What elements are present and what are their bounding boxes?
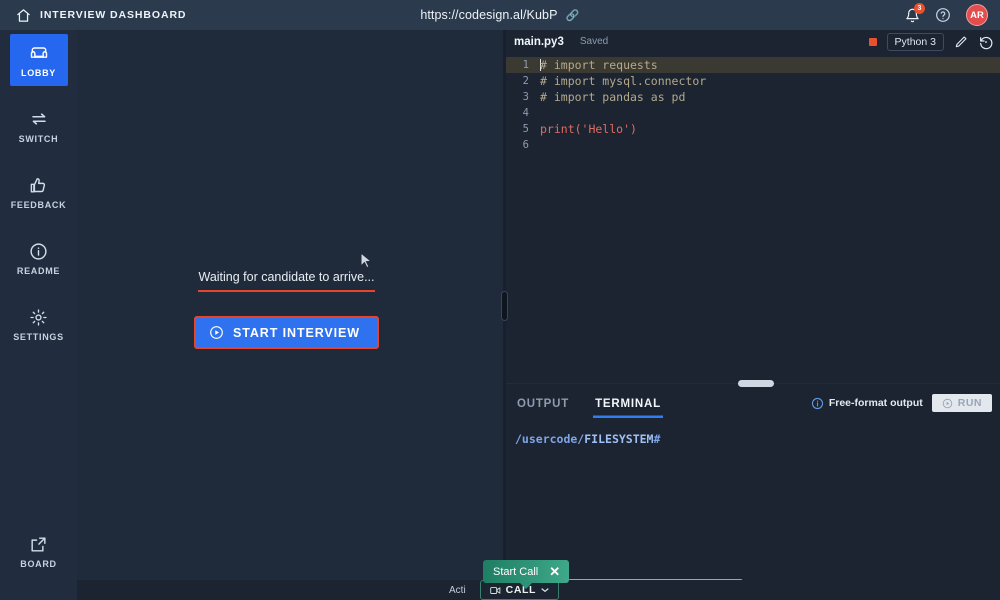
language-selector[interactable]: Python 3 <box>886 32 944 51</box>
sidebar: LOBBY SWITCH FEEDBACK README SETTINGS BO… <box>0 30 77 600</box>
bottom-call-bar: Acti CALL <box>77 580 1000 600</box>
code-line: 2 # import mysql.connector <box>506 73 1000 89</box>
terminal-body[interactable]: /usercode/FILESYSTEM# <box>506 422 1000 448</box>
bell-icon[interactable]: 3 <box>905 2 925 23</box>
tooltip-text: Start Call <box>493 565 539 578</box>
record-stop-icon[interactable] <box>868 37 877 46</box>
switch-arrows-icon <box>29 109 49 129</box>
session-url-text: https://codesign.al/KubP <box>420 8 558 22</box>
sidebar-item-label: README <box>16 266 61 276</box>
editor-save-status: Saved <box>579 36 609 47</box>
sidebar-item-settings[interactable]: SETTINGS <box>10 298 68 350</box>
line-number: 6 <box>522 139 529 151</box>
activity-label: Acti <box>449 584 466 596</box>
code-line-text: # import requests <box>540 58 658 72</box>
editor-filename[interactable]: main.py3 <box>514 36 564 48</box>
terminal-resize-grip[interactable] <box>738 380 774 387</box>
run-button-label: RUN <box>957 397 982 409</box>
mouse-pointer-icon <box>360 252 373 270</box>
code-line: 3 # import pandas as pd <box>506 89 1000 105</box>
code-area[interactable]: 1 # import requests 2 # import mysql.con… <box>506 53 1000 153</box>
play-circle-icon <box>942 398 953 409</box>
code-line: 4 <box>506 105 1000 121</box>
session-url: https://codesign.al/KubP 🔗 <box>0 8 1000 22</box>
sidebar-item-label: SETTINGS <box>13 332 64 342</box>
terminal-panel: OUTPUT TERMINAL Free-format output RUN /… <box>506 380 1000 584</box>
code-line-text: # import pandas as pd <box>540 90 686 104</box>
sidebar-item-label: SWITCH <box>18 134 59 144</box>
terminal-prompt-host: FILESYSTEM <box>584 432 654 446</box>
line-number: 3 <box>522 91 529 103</box>
help-circle-icon[interactable] <box>935 7 951 23</box>
terminal-tab-bar: OUTPUT TERMINAL Free-format output RUN <box>506 384 1000 422</box>
panel-resize-handle[interactable] <box>501 291 508 321</box>
play-circle-icon <box>209 325 224 340</box>
lobby-stage: Waiting for candidate to arrive... START… <box>77 30 505 600</box>
run-button[interactable]: RUN <box>931 394 992 412</box>
start-interview-label: START INTERVIEW <box>233 325 360 340</box>
gear-icon <box>29 307 48 327</box>
start-call-tooltip: Start Call ✕ <box>483 560 570 589</box>
sidebar-item-board[interactable]: BOARD <box>10 525 68 577</box>
line-number: 1 <box>522 59 529 71</box>
sidebar-item-label: FEEDBACK <box>10 200 67 210</box>
sidebar-item-switch[interactable]: SWITCH <box>10 100 68 152</box>
free-format-output-label: Free-format output <box>828 397 923 409</box>
avatar[interactable]: AR <box>966 4 988 26</box>
terminal-prompt-path: /usercode/ <box>515 432 585 446</box>
info-circle-icon <box>29 241 48 261</box>
sidebar-item-label: BOARD <box>20 559 57 569</box>
terminal-prompt-symbol: # <box>653 432 661 446</box>
external-link-icon <box>29 534 48 554</box>
top-bar: INTERVIEW DASHBOARD https://codesign.al/… <box>0 0 1000 30</box>
code-line: 5 print('Hello') <box>506 121 1000 137</box>
thumbs-up-icon <box>29 175 48 195</box>
line-number: 5 <box>522 123 529 135</box>
tab-terminal[interactable]: TERMINAL <box>593 389 663 418</box>
sidebar-item-label: LOBBY <box>21 68 56 78</box>
sofa-icon <box>29 43 49 63</box>
sidebar-item-readme[interactable]: README <box>10 232 68 284</box>
free-format-output-toggle[interactable]: Free-format output <box>811 397 923 410</box>
line-number: 4 <box>522 107 529 119</box>
editor-tab-bar: main.py3 Saved Python 3 <box>506 28 1000 53</box>
sidebar-item-lobby[interactable]: LOBBY <box>9 34 68 86</box>
code-line-text: # import mysql.connector <box>540 74 707 88</box>
notification-badge: 3 <box>914 2 925 14</box>
tab-output[interactable]: OUTPUT <box>515 389 571 418</box>
pencil-icon[interactable] <box>954 35 968 49</box>
close-icon[interactable]: ✕ <box>549 565 560 578</box>
chevron-down-icon <box>541 587 549 593</box>
video-camera-icon <box>489 586 501 595</box>
history-revert-icon[interactable] <box>978 34 994 50</box>
waiting-status-text: Waiting for candidate to arrive... <box>198 270 375 292</box>
link-icon[interactable]: 🔗 <box>566 10 580 22</box>
start-interview-button[interactable]: START INTERVIEW <box>194 316 379 349</box>
code-line: 6 <box>506 137 1000 153</box>
sidebar-item-feedback[interactable]: FEEDBACK <box>10 166 68 218</box>
line-number: 2 <box>522 75 529 87</box>
info-circle-icon <box>811 397 824 410</box>
waiting-block: Waiting for candidate to arrive... START… <box>179 268 394 349</box>
code-line-text: print('Hello') <box>540 122 637 136</box>
code-line: 1 # import requests <box>506 57 1000 73</box>
